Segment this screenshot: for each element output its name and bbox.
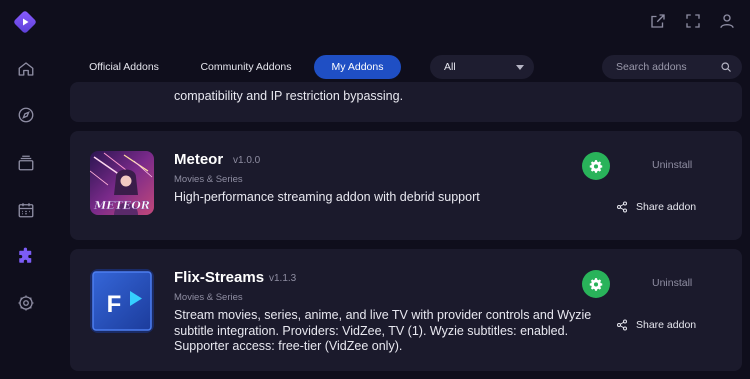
addon-card-meteor: METEOR Meteor v1.0.0 Movies & Series Hig…	[70, 131, 742, 240]
filter-select[interactable]: All	[430, 55, 534, 79]
addon-category: Movies & Series	[174, 292, 243, 303]
library-icon[interactable]	[15, 152, 37, 174]
search-icon[interactable]	[720, 61, 732, 73]
configure-button[interactable]	[582, 270, 610, 298]
uninstall-button[interactable]: Uninstall	[652, 277, 692, 289]
share-icon	[617, 319, 627, 331]
search-input[interactable]	[616, 55, 716, 79]
tab-official-addons[interactable]: Official Addons	[76, 55, 172, 79]
gear-icon	[589, 278, 603, 291]
share-addon-button[interactable]: Share addon	[616, 319, 696, 331]
home-icon[interactable]	[15, 58, 37, 80]
settings-icon[interactable]	[15, 292, 37, 314]
fullscreen-icon[interactable]	[684, 12, 702, 30]
meteor-logo: METEOR	[90, 151, 154, 215]
app-logo[interactable]	[13, 10, 37, 34]
calendar-icon[interactable]	[15, 199, 37, 221]
share-icon	[617, 201, 627, 213]
share-addon-label: Share addon	[636, 319, 697, 331]
addon-toolbar: Official Addons Community Addons My Addo…	[70, 55, 742, 79]
meteor-logo-text: METEOR	[93, 199, 150, 212]
search-box[interactable]	[602, 55, 742, 79]
addon-version: v1.0.0	[233, 155, 261, 166]
external-link-icon[interactable]	[649, 12, 667, 30]
addon-card: compatibility and IP restriction bypassi…	[70, 82, 742, 122]
flix-streams-logo: F	[90, 269, 154, 333]
addon-description: compatibility and IP restriction bypassi…	[174, 89, 404, 103]
addon-version: v1.1.3	[269, 273, 297, 284]
share-addon-button[interactable]: Share addon	[616, 201, 696, 213]
addon-title: Flix-Streams	[174, 269, 265, 286]
compass-icon[interactable]	[15, 104, 37, 126]
share-addon-label: Share addon	[636, 201, 697, 213]
addon-description: High-performance streaming addon with de…	[174, 190, 480, 204]
addon-card-flix-streams: F Flix-Streams v1.1.3 Movies & Series St…	[70, 249, 742, 371]
tab-community-addons[interactable]: Community Addons	[188, 55, 304, 79]
flix-streams-logo-text: F	[107, 291, 122, 318]
chevron-down-icon	[516, 65, 524, 70]
addon-description: Stream movies, series, anime, and live T…	[174, 308, 592, 353]
tab-my-addons[interactable]: My Addons	[314, 55, 401, 79]
user-icon[interactable]	[718, 12, 736, 30]
configure-button[interactable]	[582, 152, 610, 180]
addon-category: Movies & Series	[174, 174, 243, 185]
sidebar	[0, 0, 52, 379]
uninstall-button[interactable]: Uninstall	[652, 159, 692, 171]
addon-title: Meteor	[174, 151, 224, 168]
filter-selected-value: All	[444, 61, 456, 73]
puzzle-icon[interactable]	[15, 245, 37, 267]
gear-icon	[589, 160, 603, 173]
